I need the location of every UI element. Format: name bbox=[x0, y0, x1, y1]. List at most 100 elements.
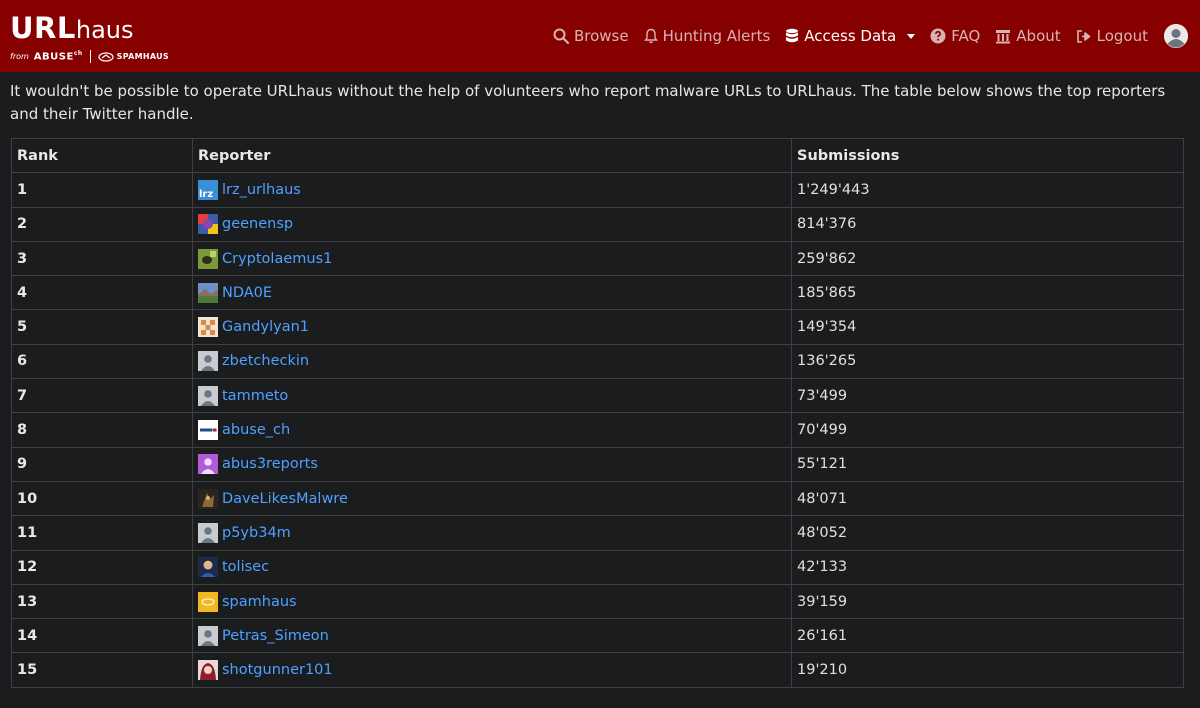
reporter-link[interactable]: Gandylyan1 bbox=[222, 319, 309, 335]
rank-cell: 15 bbox=[11, 652, 193, 688]
navbar: URLhaus from ABUSEch SPAMHAUS Browse Hun… bbox=[0, 0, 1200, 72]
reporter-link[interactable]: abuse_ch bbox=[222, 422, 290, 438]
submissions-cell: 814'376 bbox=[791, 206, 1184, 242]
reporter-cell: Petras_Simeon bbox=[192, 618, 792, 654]
reporter-avatar[interactable] bbox=[198, 248, 218, 269]
rank-cell: 3 bbox=[11, 240, 193, 277]
reporter-link[interactable]: shotgunner101 bbox=[222, 662, 333, 678]
table-row: 6 zbetcheckin 136'265 bbox=[11, 343, 1184, 380]
rank-cell: 10 bbox=[11, 480, 193, 517]
reporter-cell: DaveLikesMalwre bbox=[192, 480, 792, 517]
nav-access-data-dropdown[interactable]: Access Data bbox=[785, 27, 916, 45]
nav-browse[interactable]: Browse bbox=[553, 27, 629, 45]
bell-icon bbox=[643, 28, 658, 44]
reporter-link[interactable]: geenensp bbox=[222, 216, 293, 232]
reporter-link[interactable]: zbetcheckin bbox=[222, 353, 309, 369]
rank-cell: 13 bbox=[11, 583, 193, 620]
reporter-link[interactable]: spamhaus bbox=[222, 594, 297, 610]
rank-cell: 9 bbox=[11, 446, 193, 482]
rank-cell: 7 bbox=[11, 378, 193, 414]
submissions-cell: 149'354 bbox=[791, 309, 1184, 345]
reporter-cell: abuse_ch bbox=[192, 412, 792, 448]
reporter-link[interactable]: lrz_urlhaus bbox=[222, 182, 301, 198]
submissions-cell: 48'071 bbox=[791, 480, 1184, 517]
reporter-link[interactable]: Petras_Simeon bbox=[222, 628, 329, 644]
svg-text:lrz: lrz bbox=[199, 189, 213, 200]
nav-about[interactable]: About bbox=[995, 27, 1061, 45]
reporter-avatar[interactable] bbox=[198, 351, 218, 372]
table-row: 11 p5yb34m 48'052 bbox=[11, 515, 1184, 551]
table-row: 12 tolisec 42'133 bbox=[11, 549, 1184, 585]
reporter-link[interactable]: tammeto bbox=[222, 388, 288, 404]
submissions-cell: 185'865 bbox=[791, 275, 1184, 311]
submissions-cell: 48'052 bbox=[791, 515, 1184, 551]
submissions-cell: 73'499 bbox=[791, 378, 1184, 414]
reporter-cell: tammeto bbox=[192, 378, 792, 414]
institution-icon bbox=[996, 29, 1011, 43]
reporter-cell: spamhaus bbox=[192, 583, 792, 620]
rank-cell: 14 bbox=[11, 618, 193, 654]
reporter-avatar[interactable] bbox=[198, 660, 218, 681]
nav-hunting-alerts[interactable]: Hunting Alerts bbox=[643, 27, 770, 45]
reporter-avatar[interactable] bbox=[198, 625, 218, 646]
rank-cell: 1 bbox=[11, 172, 193, 208]
table-row: 14 Petras_Simeon 26'161 bbox=[11, 618, 1184, 654]
column-header-submissions: Submissions bbox=[791, 137, 1184, 174]
column-header-rank: Rank bbox=[11, 137, 193, 174]
column-header-reporter: Reporter bbox=[192, 137, 792, 174]
reporter-link[interactable]: p5yb34m bbox=[222, 525, 291, 541]
reporter-link[interactable]: Cryptolaemus1 bbox=[222, 251, 332, 267]
rank-cell: 2 bbox=[11, 206, 193, 242]
table-row: 13 spamhaus 39'159 bbox=[11, 583, 1184, 620]
rank-cell: 11 bbox=[11, 515, 193, 551]
table-row: 9 abus3reports 55'121 bbox=[11, 446, 1184, 482]
reporter-avatar[interactable] bbox=[198, 317, 218, 338]
nav-faq[interactable]: FAQ bbox=[930, 27, 980, 45]
table-row: 2 geenensp 814'376 bbox=[11, 206, 1184, 242]
search-icon bbox=[553, 28, 569, 44]
rank-cell: 5 bbox=[11, 309, 193, 345]
sign-out-icon bbox=[1076, 29, 1090, 43]
submissions-cell: 259'862 bbox=[791, 240, 1184, 277]
reporter-cell: shotgunner101 bbox=[192, 652, 792, 688]
reporter-cell: lrz lrz_urlhaus bbox=[192, 172, 792, 208]
database-icon bbox=[786, 28, 799, 43]
submissions-cell: 26'161 bbox=[791, 618, 1184, 654]
reporter-cell: Cryptolaemus1 bbox=[192, 240, 792, 277]
table-row: 5 Gandylyan1 149'354 bbox=[11, 309, 1184, 345]
reporter-link[interactable]: abus3reports bbox=[222, 456, 318, 472]
reporter-avatar[interactable] bbox=[198, 385, 218, 406]
reporter-link[interactable]: NDA0E bbox=[222, 285, 272, 301]
reporter-avatar[interactable] bbox=[198, 522, 218, 543]
reporter-avatar[interactable] bbox=[198, 282, 218, 303]
brand-logo[interactable]: URLhaus from ABUSEch SPAMHAUS bbox=[10, 9, 169, 63]
table-header-row: Rank Reporter Submissions bbox=[11, 137, 1184, 174]
reporter-avatar[interactable] bbox=[198, 454, 218, 475]
rank-cell: 12 bbox=[11, 549, 193, 585]
reporter-avatar[interactable] bbox=[198, 557, 218, 578]
reporter-avatar[interactable]: lrz bbox=[198, 179, 218, 200]
main-nav: Browse Hunting Alerts Access Data FAQ Ab… bbox=[538, 24, 1190, 48]
submissions-cell: 136'265 bbox=[791, 343, 1184, 380]
submissions-cell: 42'133 bbox=[791, 549, 1184, 585]
reporter-cell: geenensp bbox=[192, 206, 792, 242]
chevron-down-icon bbox=[907, 33, 916, 39]
question-circle-icon bbox=[930, 28, 946, 44]
reporter-avatar[interactable] bbox=[198, 420, 218, 441]
reporter-link[interactable]: DaveLikesMalwre bbox=[222, 491, 348, 507]
table-row: 15 shotgunner101 19'210 bbox=[11, 652, 1184, 688]
brand-subtitle: from ABUSEch SPAMHAUS bbox=[10, 50, 169, 63]
reporter-avatar[interactable] bbox=[198, 591, 218, 612]
nav-logout[interactable]: Logout bbox=[1076, 27, 1148, 45]
submissions-cell: 70'499 bbox=[791, 412, 1184, 448]
rank-cell: 6 bbox=[11, 343, 193, 380]
reporter-cell: p5yb34m bbox=[192, 515, 792, 551]
reporter-avatar[interactable] bbox=[198, 488, 218, 509]
brand-title: URLhaus bbox=[10, 11, 134, 45]
submissions-cell: 39'159 bbox=[791, 583, 1184, 620]
reporter-link[interactable]: tolisec bbox=[222, 559, 269, 575]
reporter-cell: zbetcheckin bbox=[192, 343, 792, 380]
table-row: 7 tammeto 73'499 bbox=[11, 378, 1184, 414]
user-avatar-button[interactable] bbox=[1164, 24, 1188, 48]
reporter-avatar[interactable] bbox=[198, 214, 218, 235]
